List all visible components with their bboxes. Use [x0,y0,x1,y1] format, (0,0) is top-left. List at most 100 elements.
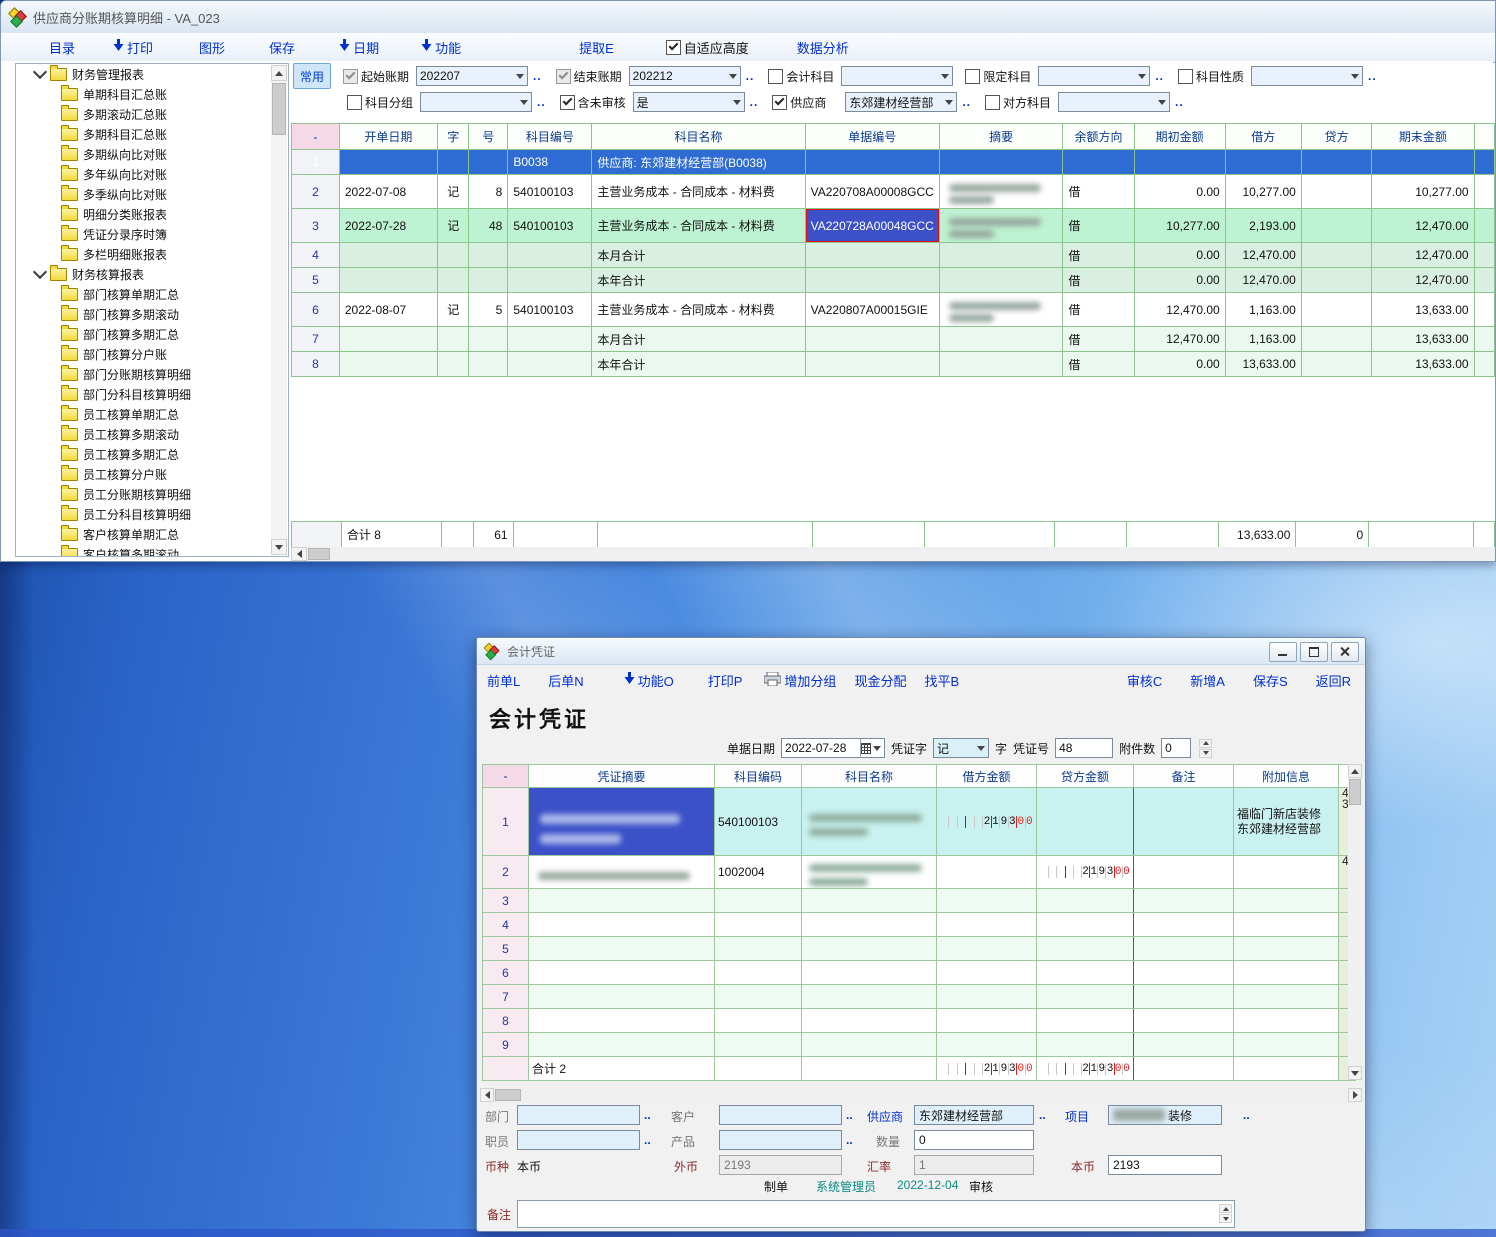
cell-fill[interactable] [1474,209,1494,243]
cell-remark[interactable] [1134,856,1234,889]
maximize-button[interactable] [1300,642,1328,662]
tree-item[interactable]: 客户核算多期滚动 [16,544,288,557]
cell-code[interactable] [508,352,592,377]
filter-dropdown[interactable] [1251,66,1363,86]
browse-button[interactable]: .. [750,95,759,109]
cell-name[interactable] [802,788,937,856]
voucher-toolbar-right-item-3[interactable]: 保存S [1253,671,1288,690]
cell-begin[interactable]: 0.00 [1134,268,1225,293]
product-input[interactable] [719,1130,842,1150]
toolbar-item-1[interactable]: 目录 [49,38,75,57]
cell-remark[interactable] [1134,1009,1234,1033]
cell-no[interactable]: 8 [469,175,508,209]
cell-credit[interactable] [1301,352,1371,377]
highlighted-doc-cell[interactable]: VA220728A00048GCC [807,210,938,241]
cell-code[interactable]: 1002004 [715,856,802,889]
cell-credit[interactable] [1301,327,1371,352]
voucher-row[interactable]: 9 [483,1033,1356,1057]
cell-remark[interactable] [1134,937,1234,961]
filter-checkbox[interactable] [1178,69,1193,84]
tree-item[interactable]: 员工核算分户账 [16,464,288,484]
scroll-down-icon[interactable] [1348,1066,1362,1080]
cell-extra-info[interactable] [1234,913,1339,937]
cell-code[interactable]: 540100103 [508,293,592,327]
cell-debit[interactable] [937,1009,1037,1033]
auto-height-option[interactable]: 自适应高度 [666,38,749,57]
tree-scrollbar-thumb[interactable] [272,83,286,135]
cell-code[interactable] [715,937,802,961]
cell-extra-info[interactable] [1234,889,1339,913]
cell-begin[interactable]: 12,470.00 [1134,327,1225,352]
cell-remark[interactable] [1134,889,1234,913]
cell-credit[interactable] [1301,175,1371,209]
filter-checkbox[interactable] [768,69,783,84]
voucher-row[interactable]: 3 [483,889,1356,913]
cell-name[interactable] [802,937,937,961]
cell-summary[interactable] [529,913,715,937]
cell-date[interactable]: 2022-08-07 [339,293,437,327]
cell-debit[interactable] [937,913,1037,937]
tree-item[interactable]: 凭证分录序时簿 [16,224,288,244]
cell-code[interactable] [508,243,592,268]
filter-dropdown[interactable] [1038,66,1150,86]
tree-item[interactable]: 多年纵向比对账 [16,164,288,184]
toolbar-item-4[interactable]: 保存 [269,38,295,57]
tree-section-2[interactable]: 财务核算报表 [16,264,288,284]
voucher-toolbar-right-item-1[interactable]: 审核C [1127,671,1162,690]
cell-word[interactable]: 记 [438,293,469,327]
quantity-input[interactable]: 0 [914,1130,1034,1150]
voucher-row[interactable]: 7 [483,985,1356,1009]
tree-item[interactable]: 员工分科目核算明细 [16,504,288,524]
tree-item[interactable]: 部门分科目核算明细 [16,384,288,404]
filter-dropdown[interactable]: 202212 [629,66,741,86]
voucher-row[interactable]: 210020042193004 [483,856,1356,889]
staff-input[interactable] [517,1130,640,1150]
cell-credit[interactable] [1037,1033,1134,1057]
cell-remark[interactable] [1134,788,1234,856]
cell-no[interactable]: 48 [469,209,508,243]
tree-item[interactable]: 员工分账期核算明细 [16,484,288,504]
filter-dropdown[interactable]: 东郊建材经营部 [845,92,957,112]
cell-sum[interactable] [939,243,1063,268]
tree-item[interactable]: 多期纵向比对账 [16,144,288,164]
voucher-row[interactable]: 6 [483,961,1356,985]
cell-date[interactable] [339,327,437,352]
voucher-toolbar-item-1[interactable]: 前单L [487,671,520,690]
cell-sum[interactable] [939,268,1063,293]
cell-end[interactable]: 12,470.00 [1372,243,1474,268]
browse-button[interactable]: .. [533,69,542,83]
tree-item[interactable]: 员工核算多期汇总 [16,444,288,464]
toolbar-item-5[interactable]: 日期 [339,38,379,57]
attachment-count-input[interactable]: 0 [1161,738,1191,758]
cell-dir[interactable]: 借 [1063,327,1134,352]
cell-credit[interactable] [1037,961,1134,985]
cell-fill[interactable] [1474,327,1494,352]
cell-extra-info[interactable] [1234,1009,1339,1033]
maker-name[interactable]: 系统管理员 [816,1178,876,1195]
cell-credit[interactable]: 219300 [1037,856,1134,889]
remark-stepper[interactable] [1219,1204,1232,1223]
voucher-toolbar-right-item-2[interactable]: 新增A [1190,671,1225,690]
cell-begin[interactable]: 0.00 [1134,175,1225,209]
cell-fill[interactable] [1474,352,1494,377]
tree-scrollbar[interactable] [271,65,287,555]
voucher-toolbar-item-5[interactable]: 增加分组 [764,671,836,690]
cell-no[interactable] [469,268,508,293]
tree-item[interactable]: 部门核算分户账 [16,344,288,364]
table-row[interactable]: 32022-07-28记48540100103主营业务成本 - 合同成本 - 材… [292,209,1495,243]
voucher-row[interactable]: 1540100103219300福临门新店装修 东郊建材经营部4.3. [483,788,1356,856]
cell-extra-info[interactable] [1234,1033,1339,1057]
cell-debit[interactable] [937,961,1037,985]
cell-debit[interactable]: 1,163.00 [1225,327,1301,352]
tree-item[interactable]: 部门核算多期滚动 [16,304,288,324]
cell-remark[interactable] [1134,913,1234,937]
cell-end[interactable]: 12,470.00 [1372,209,1474,243]
voucher-no-input[interactable]: 48 [1055,738,1113,758]
cell-debit[interactable]: 12,470.00 [1225,243,1301,268]
cell-remark[interactable] [1134,1033,1234,1057]
cell-name[interactable]: 本年合计 [592,352,805,377]
cell-extra-info[interactable] [1234,856,1339,889]
local-currency-input[interactable]: 2193 [1108,1155,1222,1175]
cell-end[interactable]: 13,633.00 [1372,352,1474,377]
cell-name[interactable]: 主营业务成本 - 合同成本 - 材料费 [592,293,805,327]
